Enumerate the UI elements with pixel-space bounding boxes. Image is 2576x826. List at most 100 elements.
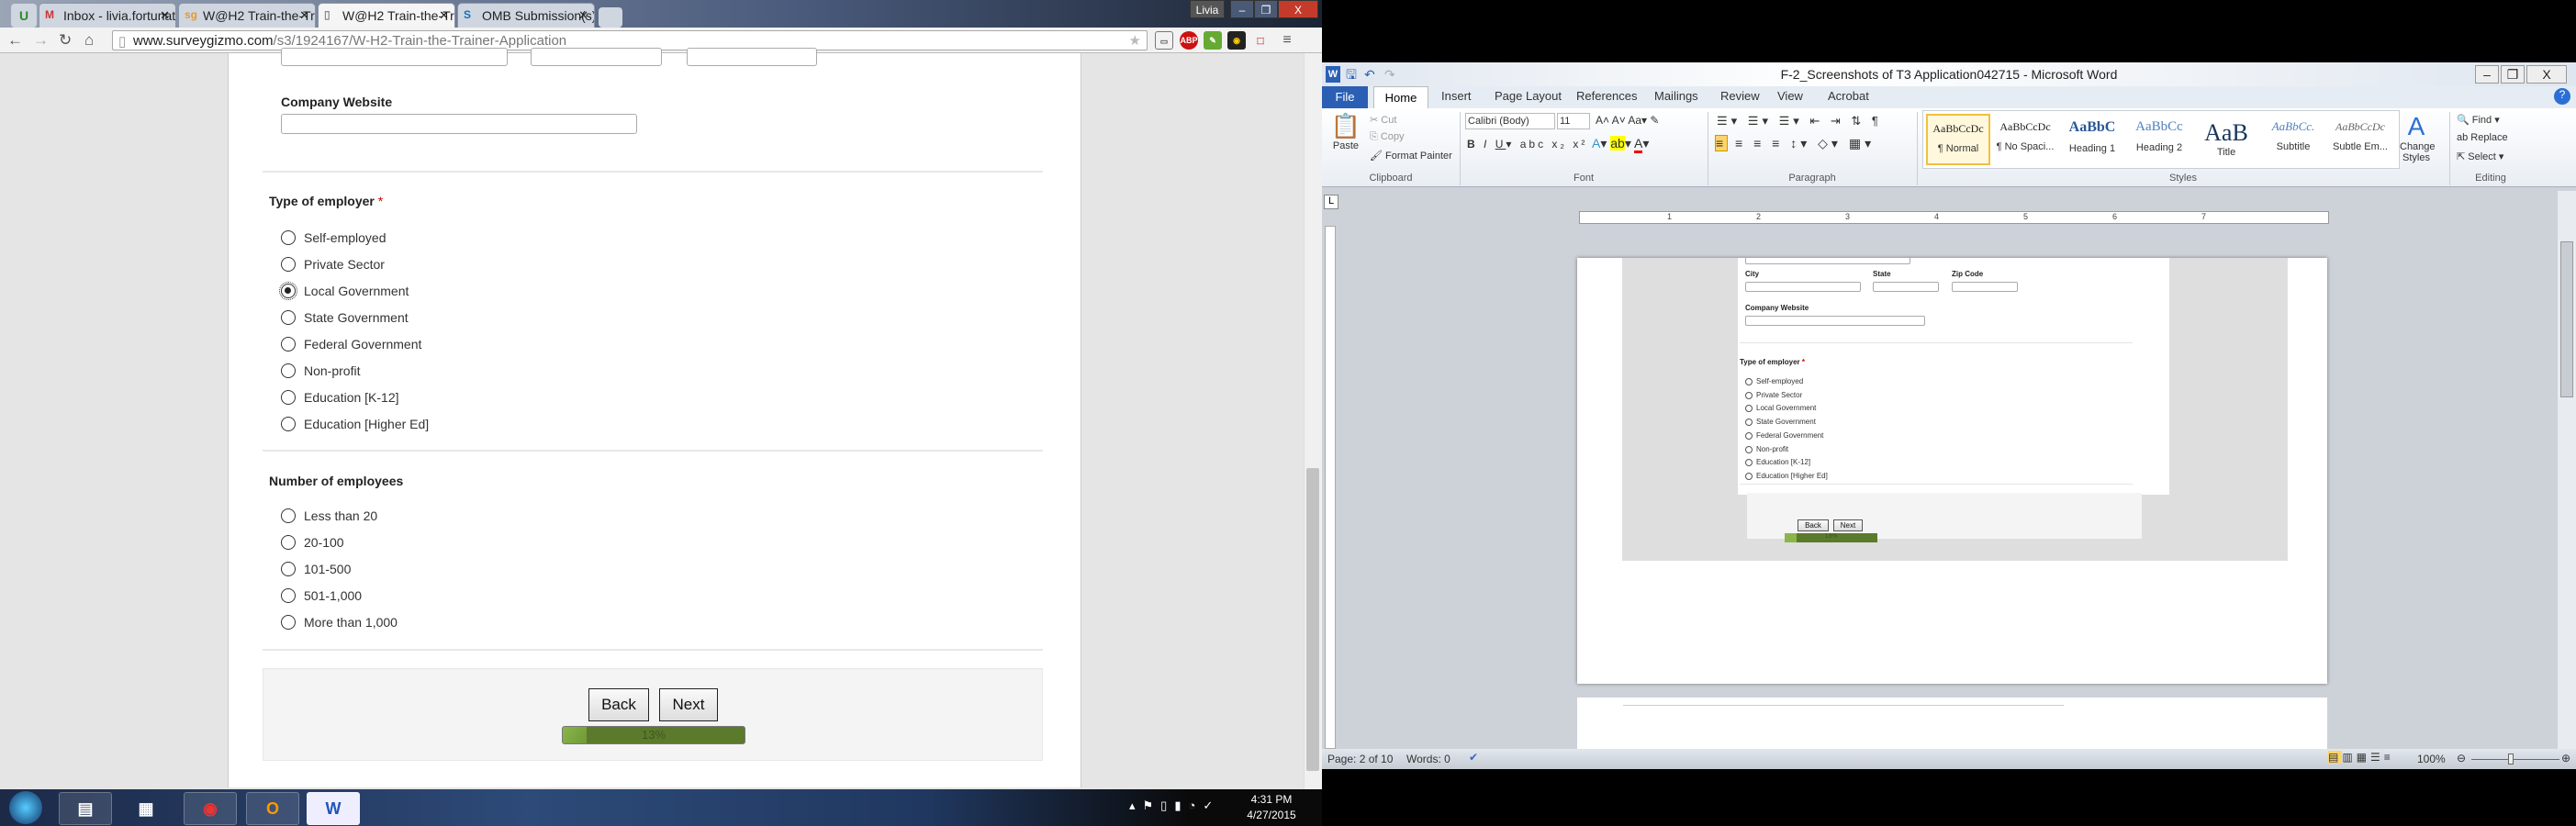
redo-icon[interactable]: ↷ (1384, 62, 1395, 86)
word-count[interactable]: Words: 0 (1406, 753, 1450, 765)
zoom-level[interactable]: 100% (2417, 753, 2446, 765)
employees-option[interactable]: Less than 20 (281, 508, 556, 526)
style-5[interactable]: AaBbCc. Subtitle (2261, 114, 2325, 165)
close-tab-icon[interactable]: ✕ (578, 8, 588, 23)
employer-option[interactable]: Self-employed (281, 229, 556, 248)
employer-option[interactable]: Private Sector (281, 256, 556, 274)
back-arrow-icon[interactable]: ← (7, 31, 23, 50)
tab-acrobat[interactable]: Acrobat (1828, 89, 1869, 103)
word-icon[interactable]: W (307, 792, 360, 825)
calculator-icon[interactable]: ▦ (119, 792, 173, 825)
employer-option[interactable]: Education [K-12] (281, 389, 556, 407)
employees-option[interactable]: 501-1,000 (281, 587, 556, 606)
style-2[interactable]: AaBbC Heading 1 (2060, 114, 2124, 165)
close-tab-icon[interactable]: ✕ (160, 8, 170, 23)
clock[interactable]: 4:31 PM 4/27/2015 (1230, 792, 1313, 823)
font-size-select[interactable]: 11 (1557, 113, 1590, 129)
radio-button[interactable] (281, 535, 296, 550)
help-icon[interactable]: ? (2554, 88, 2570, 105)
chrome-icon[interactable]: ◉ (184, 792, 237, 825)
style-6[interactable]: AaBbCcDc Subtle Em... (2328, 114, 2392, 165)
maximize-button[interactable]: ❐ (1254, 0, 1278, 18)
employer-option[interactable]: Non-profit (281, 363, 556, 381)
employer-option[interactable]: Federal Government (281, 336, 556, 354)
page-count[interactable]: Page: 2 of 10 (1327, 753, 1393, 765)
radio-button[interactable] (281, 337, 296, 352)
scrollbar-thumb[interactable] (2560, 241, 2573, 397)
company-website-input[interactable] (281, 114, 637, 134)
tab-references[interactable]: References (1576, 89, 1637, 103)
font-size-buttons[interactable]: A˄ A˅ Aa▾ ✎ (1596, 114, 1659, 127)
close-tab-icon[interactable]: ✕ (439, 8, 449, 23)
radio-button[interactable] (281, 562, 296, 576)
app-tab-icon[interactable]: U (11, 4, 37, 28)
alignment-buttons[interactable]: ≡ ≡ ≡ ≡ ↕▾ ◇▾ ▦▾ (1715, 135, 1875, 151)
home-icon[interactable]: ⌂ (84, 31, 94, 50)
outlook-icon[interactable]: O (246, 792, 299, 825)
tab-surveygizmo-1[interactable]: sgW@H2 Train-the-Trainer✕ (178, 3, 316, 28)
city-input[interactable] (281, 48, 508, 66)
back-button[interactable]: Back (588, 688, 649, 721)
minimize-button[interactable]: – (1230, 0, 1254, 18)
employer-option[interactable]: Education [Higher Ed] (281, 416, 556, 434)
pdf-icon[interactable]: ⬚ (1251, 31, 1270, 50)
radio-button[interactable] (281, 390, 296, 405)
zoom-in-button[interactable]: ⊕ (2561, 752, 2570, 765)
radio-button[interactable] (281, 508, 296, 523)
font-format-buttons[interactable]: B I U▾ abc x₂ x² (1467, 138, 1587, 151)
new-tab-button[interactable] (599, 7, 622, 28)
zoom-slider[interactable] (2471, 759, 2559, 760)
style-1[interactable]: AaBbCcDc ¶ No Spaci... (1993, 114, 2057, 165)
minimize-button[interactable]: – (2475, 65, 2499, 84)
employees-option[interactable]: 101-500 (281, 561, 556, 579)
radio-button[interactable] (281, 615, 296, 630)
find-button[interactable]: 🔍 Find ▾ (2457, 114, 2500, 126)
select-button[interactable]: ⇱ Select ▾ (2457, 151, 2503, 162)
style-3[interactable]: AaBbCc Heading 2 (2127, 114, 2191, 165)
employer-option[interactable]: State Government (281, 309, 556, 328)
file-tab[interactable]: File (1322, 86, 1368, 108)
undo-icon[interactable]: ↶ (1364, 62, 1375, 86)
windows-explorer-icon[interactable]: ▤ (59, 792, 112, 825)
radio-button[interactable] (281, 230, 296, 245)
employees-option[interactable]: More than 1,000 (281, 614, 556, 632)
close-window-button[interactable]: X (1278, 0, 1318, 18)
font-name-select[interactable]: Calibri (Body) (1465, 113, 1555, 129)
radio-button[interactable] (281, 588, 296, 603)
tab-omb[interactable]: SOMB Submission(s) - All✕ (457, 3, 595, 28)
document-scrollbar[interactable] (2558, 191, 2576, 749)
style-0[interactable]: AaBbCcDc ¶ Normal (1926, 114, 1990, 165)
reload-icon[interactable]: ↻ (59, 31, 72, 50)
tab-page-layout[interactable]: Page Layout (1495, 89, 1562, 103)
radio-button[interactable] (279, 282, 297, 300)
start-orb-icon[interactable] (9, 791, 42, 824)
copy-button[interactable]: ⎘ Copy (1370, 131, 1405, 143)
proofing-icon[interactable]: ✔ (1469, 751, 1478, 764)
tab-mailings[interactable]: Mailings (1654, 89, 1698, 103)
zip-code-input[interactable] (687, 48, 817, 66)
radio-button[interactable] (281, 310, 296, 325)
tab-view[interactable]: View (1777, 89, 1803, 103)
save-icon[interactable]: 🖫 (1346, 62, 1357, 86)
cut-button[interactable]: ✂ Cut (1370, 114, 1396, 126)
list-buttons[interactable]: ☰▾ ☰▾ ☰▾ ⇤ ⇥ ⇅ ¶ (1717, 114, 1882, 128)
bookmark-star-icon[interactable]: ★ (1129, 32, 1141, 49)
system-tray-icons[interactable]: ▴⚑▯▮◔✓ (1129, 798, 1220, 813)
state-input[interactable] (531, 48, 662, 66)
restore-button[interactable]: ❐ (2501, 65, 2525, 84)
zoom-slider-handle[interactable] (2508, 753, 2514, 765)
tab-surveygizmo-active[interactable]: ▯W@H2 Train-the-Trainer✕ (318, 3, 455, 28)
employer-option[interactable]: Local Government (279, 282, 556, 301)
style-4[interactable]: AaB Title (2194, 114, 2258, 165)
replace-button[interactable]: ab Replace (2457, 132, 2508, 143)
next-button[interactable]: Next (659, 688, 718, 721)
forward-arrow-icon[interactable]: → (33, 31, 49, 50)
menu-icon[interactable]: ≡ (1278, 31, 1296, 50)
paste-button[interactable]: 📋 Paste (1327, 112, 1364, 151)
view-buttons[interactable]: ▤▥▦☰≡ (2328, 751, 2394, 764)
horizontal-ruler[interactable]: 1 2 3 4 5 6 7 (1579, 211, 2329, 224)
tab-home[interactable]: Home (1373, 86, 1428, 109)
tab-inbox[interactable]: MInbox - livia.fortunato@g✕ (39, 3, 176, 28)
close-tab-icon[interactable]: ✕ (299, 8, 309, 23)
zoom-out-button[interactable]: ⊖ (2457, 752, 2466, 765)
